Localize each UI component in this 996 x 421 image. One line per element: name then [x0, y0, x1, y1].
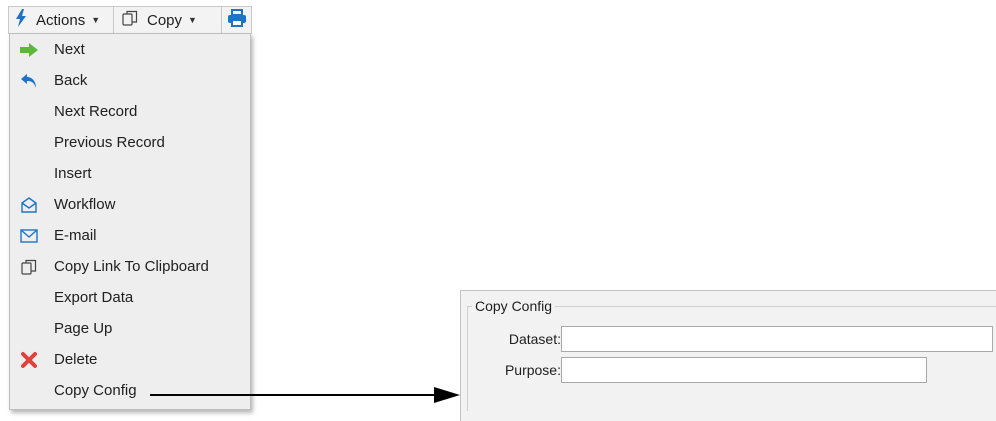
menu-item-workflow[interactable]: Workflow: [10, 189, 250, 220]
workflow-envelope-icon: [19, 195, 39, 215]
copy-label: Copy: [147, 11, 183, 29]
menu-item-export-data[interactable]: Export Data: [10, 282, 250, 313]
menu-item-page-up[interactable]: Page Up: [10, 313, 250, 344]
menu-item-previous-record[interactable]: Previous Record: [10, 127, 250, 158]
printer-icon: [227, 9, 247, 31]
menu-item-copy-link[interactable]: Copy Link To Clipboard: [10, 251, 250, 282]
callout-arrow-head: [434, 387, 460, 403]
menu-item-label: Back: [54, 72, 88, 89]
menu-item-label: Export Data: [54, 289, 134, 306]
copy-icon: [19, 257, 39, 277]
toolbar: Actions ▼ Copy ▼: [8, 6, 252, 34]
dataset-label: Dataset:: [508, 331, 561, 347]
purpose-input[interactable]: [561, 357, 927, 383]
chevron-down-icon: ▼: [91, 15, 101, 25]
menu-item-label: Workflow: [54, 196, 116, 213]
menu-item-label: Next: [54, 41, 85, 58]
menu-item-copy-config[interactable]: Copy Config: [10, 375, 250, 406]
menu-item-label: Page Up: [54, 320, 113, 337]
menu-item-label: Copy Config: [54, 382, 137, 399]
copy-config-title: Copy Config: [472, 298, 556, 314]
copy-config-panel: Copy Config Dataset: Purpose:: [460, 290, 996, 421]
menu-item-next[interactable]: Next: [10, 34, 250, 65]
mail-icon: [19, 226, 39, 246]
menu-item-next-record[interactable]: Next Record: [10, 96, 250, 127]
arrow-right-icon: [19, 40, 39, 60]
menu-item-label: E-mail: [54, 227, 97, 244]
menu-item-label: Delete: [54, 351, 98, 368]
copy-icon: [122, 10, 138, 30]
print-button[interactable]: [221, 7, 251, 33]
actions-menu: Next Back Next Record Previous Record In…: [9, 33, 251, 410]
menu-item-label: Next Record: [54, 103, 138, 120]
copy-dropdown-button[interactable]: Copy ▼: [113, 7, 221, 33]
dataset-input[interactable]: [561, 326, 993, 352]
undo-arrow-icon: [19, 71, 39, 91]
chevron-down-icon: ▼: [188, 15, 197, 25]
menu-item-label: Copy Link To Clipboard: [54, 258, 209, 275]
actions-dropdown-button[interactable]: Actions ▼: [9, 7, 113, 33]
menu-item-label: Insert: [54, 165, 92, 182]
menu-item-back[interactable]: Back: [10, 65, 250, 96]
menu-item-email[interactable]: E-mail: [10, 220, 250, 251]
delete-x-icon: [19, 350, 39, 370]
menu-item-label: Previous Record: [54, 134, 165, 151]
menu-item-delete[interactable]: Delete: [10, 344, 250, 375]
actions-label: Actions: [36, 11, 86, 29]
lightning-icon: [15, 9, 27, 31]
menu-item-insert[interactable]: Insert: [10, 158, 250, 189]
callout-arrow-line: [150, 394, 442, 396]
purpose-label: Purpose:: [504, 362, 561, 378]
